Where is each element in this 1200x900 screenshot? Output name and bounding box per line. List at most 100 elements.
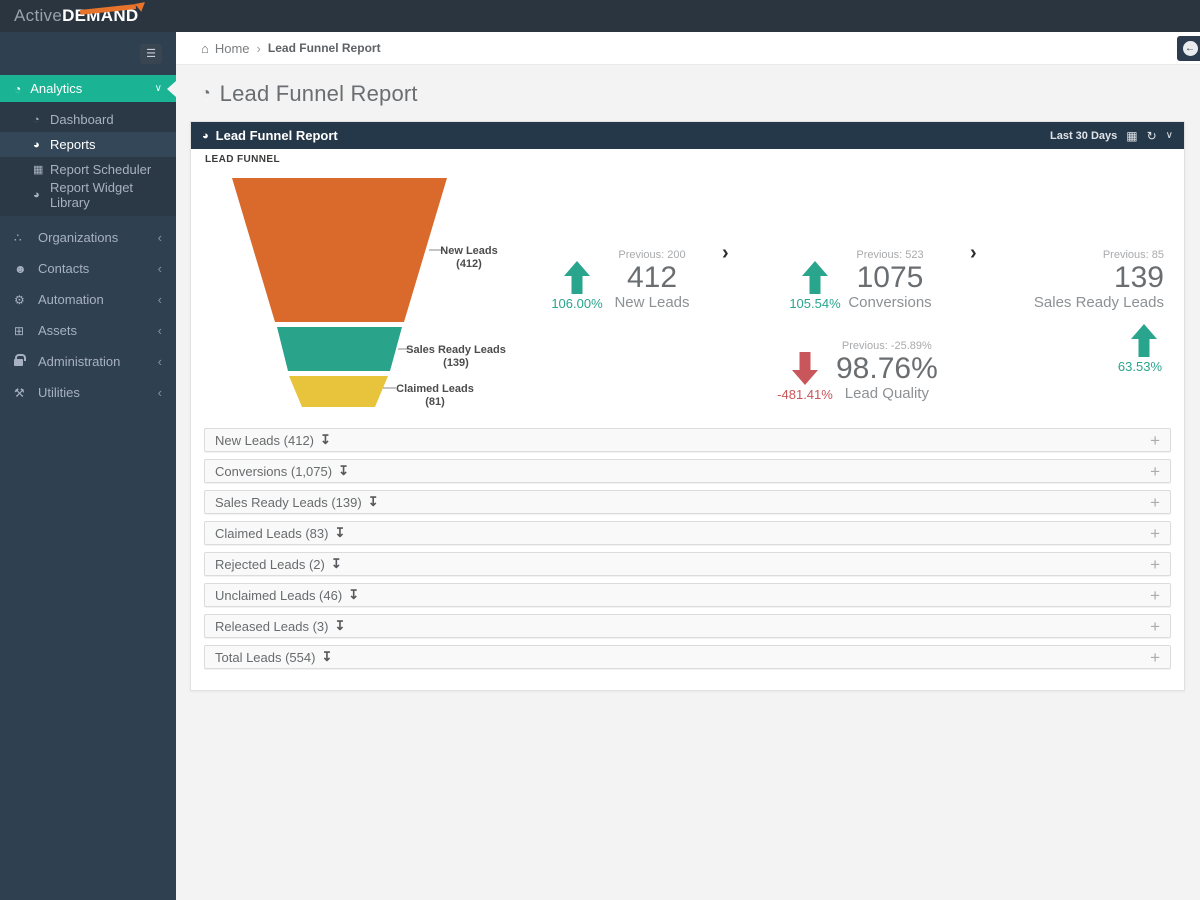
metric-value: 1075 [856, 261, 924, 294]
breadcrumb: ⌂ Home › Lead Funnel Report [176, 32, 1200, 64]
collapse-panel-button[interactable]: ← [1177, 36, 1200, 61]
pie-chart-icon: ◕ [33, 138, 40, 151]
sidebar-item-organizations[interactable]: ∴ Organizations ‹ [0, 222, 176, 253]
sidebar-item-label: Organizations [38, 230, 119, 245]
sidebar-item-label: Assets [38, 323, 78, 338]
expand-icon[interactable]: + [1150, 463, 1160, 480]
breadcrumb-home-link[interactable]: Home [215, 41, 250, 56]
metric-change: -481.41% [777, 387, 833, 402]
sidebar-item-report-widget-library[interactable]: ◕ Report Widget Library [0, 180, 176, 210]
metric-lead-quality: -481.41% Previous: -25.89% 98.76% Lead Q… [774, 339, 938, 403]
flow-arrow-icon: › [970, 242, 977, 264]
gauge-icon: ◔ [201, 85, 211, 102]
sidebar-item-analytics[interactable]: ◔ Analytics ∨ [0, 75, 176, 102]
metric-label: Conversions [848, 294, 932, 311]
expand-icon[interactable]: + [1150, 525, 1160, 542]
funnel-value: (412) [456, 258, 482, 270]
sidebar-item-label: Analytics [30, 81, 83, 96]
download-icon[interactable]: ↧ [331, 556, 342, 572]
accordion-row-total-leads[interactable]: Total Leads (554) ↧ + [204, 645, 1171, 669]
accordion-row-label: Sales Ready Leads (139) [215, 494, 362, 510]
accordion-row-rejected-leads[interactable]: Rejected Leads (2) ↧ + [204, 552, 1171, 576]
metric-previous: Previous: -25.89% [841, 340, 932, 352]
date-range-label[interactable]: Last 30 Days [1050, 130, 1117, 142]
lead-funnel-report-panel: ◕ Lead Funnel Report Last 30 Days ▦ ↻ ∨ … [190, 121, 1185, 691]
hamburger-icon[interactable]: ☰ [140, 44, 162, 64]
metric-label: Lead Quality [844, 385, 929, 402]
accordion-row-label: Conversions (1,075) [215, 463, 333, 479]
accordion-row-claimed-leads[interactable]: Claimed Leads (83) ↧ + [204, 521, 1171, 545]
download-icon[interactable]: ↧ [348, 587, 359, 603]
sidebar-item-report-scheduler[interactable]: ▦ Report Scheduler [0, 157, 176, 182]
sidebar-item-assets[interactable]: ⊞ Assets ‹ [0, 315, 176, 346]
expand-icon[interactable]: + [1150, 649, 1160, 666]
pie-chart-icon: ◕ [202, 129, 209, 142]
panel-header: ◕ Lead Funnel Report Last 30 Days ▦ ↻ ∨ [191, 122, 1184, 149]
sidebar-item-label: Administration [38, 354, 121, 369]
accordion-row-label: Unclaimed Leads (46) [215, 587, 343, 603]
chevron-down-icon[interactable]: ∨ [1166, 130, 1173, 141]
download-icon[interactable]: ↧ [334, 618, 345, 634]
arrow-left-circle-icon: ← [1182, 41, 1198, 56]
sidebar-item-label: Dashboard [50, 112, 114, 127]
lock-icon [14, 353, 38, 369]
accordion-row-conversions[interactable]: Conversions (1,075) ↧ + [204, 459, 1171, 483]
metric-previous: Previous: 85 [1102, 249, 1164, 261]
pie-chart-icon: ◕ [33, 188, 40, 201]
funnel-stage-new-leads[interactable] [232, 178, 447, 322]
accordion-row-sales-ready-leads[interactable]: Sales Ready Leads (139) ↧ + [204, 490, 1171, 514]
chevron-left-icon: ‹ [157, 230, 162, 245]
gears-icon: ⚙ [14, 292, 25, 307]
metric-change: 63.53% [1117, 359, 1162, 374]
accordion-row-label: Total Leads (554) [215, 649, 316, 665]
sidebar-item-utilities[interactable]: ⚒ Utilities ‹ [0, 377, 176, 408]
sidebar-item-label: Utilities [38, 385, 80, 400]
metric-conversions: 105.54% Previous: 523 1075 Conversions [786, 248, 936, 312]
sidebar-item-dashboard[interactable]: ◔ Dashboard [0, 107, 176, 132]
users-icon: ☻ [14, 261, 27, 276]
funnel-label: New Leads [440, 245, 497, 257]
accordion-row-label: New Leads (412) [215, 432, 314, 448]
sidebar-item-administration[interactable]: Administration ‹ [0, 346, 176, 377]
sidebar-item-reports[interactable]: ◕ Reports [0, 132, 176, 157]
breadcrumb-separator-icon: › [256, 40, 261, 56]
calendar-icon[interactable]: ▦ [1126, 129, 1137, 143]
chevron-left-icon: ‹ [157, 354, 162, 369]
calendar-icon: ▦ [33, 164, 44, 176]
metric-sales-ready-leads: Previous: 85 139 Sales Ready Leads 63.53… [1034, 248, 1164, 375]
sidebar-item-contacts[interactable]: ☻ Contacts ‹ [0, 253, 176, 284]
expand-icon[interactable]: + [1150, 618, 1160, 635]
download-icon[interactable]: ↧ [320, 432, 331, 448]
arrow-up-icon [1131, 324, 1157, 357]
analytics-submenu: ◔ Dashboard ◕ Reports ▦ Report Scheduler… [0, 102, 176, 216]
accordion-row-released-leads[interactable]: Released Leads (3) ↧ + [204, 614, 1171, 638]
top-bar: ActiveDEMAND [0, 0, 1200, 32]
download-icon[interactable]: ↧ [338, 463, 349, 479]
sidebar-item-label: Contacts [38, 261, 90, 276]
chevron-left-icon: ‹ [157, 261, 162, 276]
metric-previous: Previous: 200 [618, 249, 686, 261]
funnel-label: Claimed Leads [396, 383, 474, 395]
funnel-stage-sales-ready-leads[interactable] [277, 327, 402, 371]
expand-icon[interactable]: + [1150, 587, 1160, 604]
expand-icon[interactable]: + [1150, 432, 1160, 449]
page-title: ◔ Lead Funnel Report [176, 65, 1200, 107]
lead-lists-accordion: New Leads (412) ↧ + Conversions (1,075) … [191, 428, 1184, 690]
lead-funnel-chart: LEAD FUNNEL New Leads (412) Sales Ready … [191, 149, 1184, 428]
download-icon[interactable]: ↧ [334, 525, 345, 541]
sidebar-item-automation[interactable]: ⚙ Automation ‹ [0, 284, 176, 315]
expand-icon[interactable]: + [1150, 556, 1160, 573]
grid-icon: ⊞ [14, 323, 25, 338]
brand-logo: ActiveDEMAND [14, 0, 149, 26]
metric-new-leads: 106.00% Previous: 200 412 New Leads [548, 248, 698, 312]
expand-icon[interactable]: + [1150, 494, 1160, 511]
funnel-value: (139) [443, 357, 469, 369]
refresh-icon[interactable]: ↻ [1147, 129, 1157, 143]
accordion-row-unclaimed-leads[interactable]: Unclaimed Leads (46) ↧ + [204, 583, 1171, 607]
download-icon[interactable]: ↧ [368, 494, 379, 510]
funnel-stage-claimed-leads[interactable] [289, 376, 388, 407]
accordion-row-new-leads[interactable]: New Leads (412) ↧ + [204, 428, 1171, 452]
download-icon[interactable]: ↧ [321, 649, 332, 665]
arrow-up-icon [802, 261, 828, 294]
arrow-down-icon [792, 352, 818, 385]
